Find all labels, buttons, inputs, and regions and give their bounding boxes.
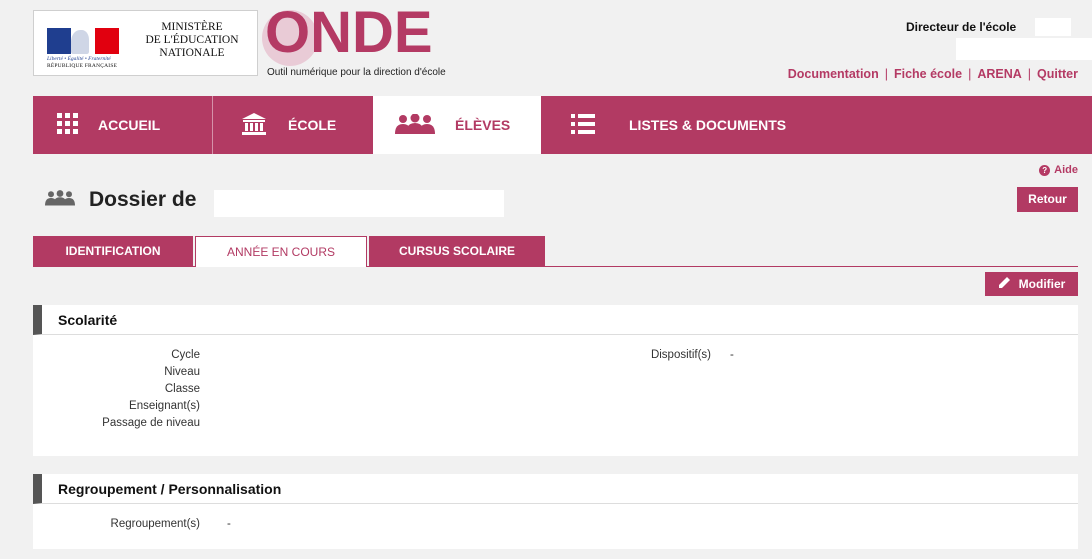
people-icon	[395, 113, 435, 137]
marianne-flag-icon	[47, 28, 119, 54]
section-title: Regroupement / Personnalisation	[33, 474, 1078, 504]
regroupement-panel: Regroupement / Personnalisation Regroupe…	[33, 474, 1078, 549]
field-label: Classe	[164, 383, 200, 395]
field-label: Passage de niveau	[102, 417, 200, 429]
back-button[interactable]: Retour	[1017, 187, 1078, 212]
page-title: Dossier de	[89, 188, 197, 211]
main-nav: ACCUEIL ÉCOLE ÉLÈVES LISTES & DOCUMENTS	[33, 96, 1092, 154]
field-label: Enseignant(s)	[129, 400, 200, 412]
list-icon	[571, 113, 595, 137]
tab-cursus-scolaire[interactable]: CURSUS SCOLAIRE	[369, 236, 545, 266]
redacted-block	[956, 38, 1092, 60]
field-label: Dispositif(s)	[650, 349, 711, 361]
redacted-block	[214, 190, 504, 217]
scolarite-panel: Scolarité Cycle Niveau Classe Enseignant…	[33, 305, 1078, 456]
app-header: Liberté • Égalité • Fraternité RÉPUBLIQU…	[0, 0, 1092, 96]
nav-item-accueil[interactable]: ACCUEIL	[33, 96, 213, 154]
app-tagline: Outil numérique pour la direction d'écol…	[267, 67, 446, 78]
header-links: Documentation | Fiche école | ARENA | Qu…	[787, 67, 1078, 81]
link-documentation[interactable]: Documentation	[788, 67, 879, 81]
edit-button[interactable]: Modifier	[985, 272, 1078, 296]
field-label: Regroupement(s)	[110, 518, 200, 530]
field-value: -	[730, 349, 734, 361]
ministry-name: MINISTÈRE DE L'ÉDUCATION NATIONALE	[145, 21, 239, 59]
building-icon	[242, 112, 266, 138]
link-fiche-ecole[interactable]: Fiche école	[894, 67, 962, 81]
people-icon	[45, 190, 75, 211]
nav-item-eleves[interactable]: ÉLÈVES	[373, 96, 541, 154]
field-value: -	[227, 518, 231, 530]
user-role: Directeur de l'école	[906, 20, 1017, 34]
redacted-block	[1035, 18, 1071, 36]
nav-label: LISTES & DOCUMENTS	[629, 117, 787, 133]
republic-motto: Liberté • Égalité • Fraternité	[47, 56, 111, 62]
tab-annee-en-cours[interactable]: ANNÉE EN COURS	[195, 236, 367, 267]
page-title-icon-wrap	[45, 190, 75, 211]
help-icon: ?	[1039, 164, 1051, 176]
link-quitter[interactable]: Quitter	[1037, 67, 1078, 81]
link-arena[interactable]: ARENA	[977, 67, 1021, 81]
nav-label: ÉLÈVES	[455, 117, 511, 133]
republic-label: RÉPUBLIQUE FRANÇAISE	[47, 63, 118, 69]
tab-bar: IDENTIFICATION ANNÉE EN COURS CURSUS SCO…	[33, 236, 1078, 267]
nav-label: ACCUEIL	[98, 117, 161, 133]
nav-item-ecole[interactable]: ÉCOLE	[213, 96, 373, 154]
section-title: Scolarité	[33, 305, 1078, 335]
help-link[interactable]: ? Aide	[1039, 164, 1078, 176]
tab-identification[interactable]: IDENTIFICATION	[33, 236, 193, 266]
grid-icon	[57, 113, 78, 137]
field-label: Cycle	[171, 349, 200, 361]
pencil-icon	[998, 276, 1011, 292]
ministry-logo: Liberté • Égalité • Fraternité RÉPUBLIQU…	[33, 10, 258, 76]
onde-logo: O N D E	[265, 0, 433, 65]
field-label: Niveau	[164, 366, 200, 378]
nav-label: ÉCOLE	[288, 117, 337, 133]
nav-item-listes-documents[interactable]: LISTES & DOCUMENTS	[541, 96, 861, 154]
